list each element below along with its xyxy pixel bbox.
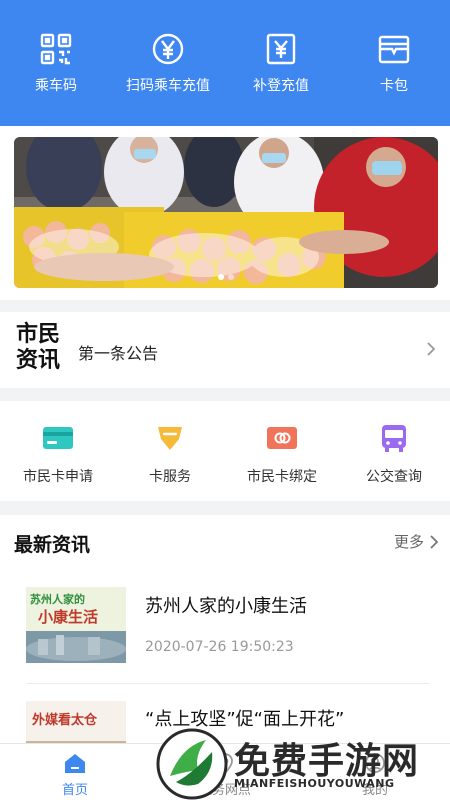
qa-label: 扫码乘车充值 <box>126 78 210 94</box>
more-label: 更多 <box>393 533 424 551</box>
svc-label: 市民卡申请 <box>23 469 93 485</box>
qa-label: 补登充值 <box>253 78 309 94</box>
qa-ride-code[interactable]: 乘车码 <box>0 32 112 95</box>
card-bind-icon <box>267 427 297 449</box>
watermark: 免费手游网 MIANFEISHOUYOUWANG <box>150 726 450 800</box>
news-thumbnail: 外媒看太仓 <box>26 701 126 743</box>
services-grid: 市民卡申请 卡服务 市民卡绑定 公交查询 <box>0 401 450 501</box>
chevron-right-icon <box>427 342 436 356</box>
thumb-text: 外媒看太仓 <box>32 713 98 728</box>
tab-label: 首页 <box>61 783 88 798</box>
thumb-text: 小康生活 <box>38 608 99 626</box>
news-header: 最新资讯 <box>14 534 91 556</box>
svc-card-apply[interactable]: 市民卡申请 <box>2 423 114 486</box>
news-title: 苏州人家的小康生活 <box>145 596 307 617</box>
svc-card-service[interactable]: 卡服务 <box>114 423 226 486</box>
qa-card-wallet[interactable]: 卡包 <box>338 32 450 95</box>
thumb-text: 苏州人家的 <box>30 593 85 606</box>
svc-label: 卡服务 <box>149 469 191 485</box>
qa-label: 乘车码 <box>35 78 77 94</box>
bus-icon <box>382 425 406 452</box>
svc-card-bind[interactable]: 市民卡绑定 <box>226 423 338 486</box>
citizen-card-icon <box>43 427 73 449</box>
chevron-right-icon <box>430 534 439 549</box>
notice-title: 市民 资讯 <box>16 322 61 373</box>
news-thumbnail: 苏州人家的 小康生活 <box>26 587 126 663</box>
qa-scan-topup[interactable]: 扫码乘车充值 <box>112 32 224 95</box>
banner-carousel[interactable] <box>14 137 438 288</box>
yen-coin-icon <box>152 33 184 65</box>
card-service-icon <box>158 427 182 450</box>
svc-label: 公交查询 <box>366 469 422 485</box>
more-link[interactable]: 更多 <box>394 531 440 552</box>
tab-home[interactable]: 首页 <box>0 752 150 798</box>
yen-document-icon <box>266 33 296 65</box>
notice-text: 第一条公告 <box>78 344 159 363</box>
news-item[interactable]: 苏州人家的 小康生活 苏州人家的小康生活 2020-07-26 19:50:23 <box>0 575 450 685</box>
notice-row[interactable]: 市民 资讯 第一条公告 <box>0 312 450 388</box>
qr-code-icon <box>40 33 72 65</box>
banner-photo <box>14 137 438 288</box>
quick-action-bar: 乘车码 扫码乘车充值 补登充值 卡包 <box>0 0 450 126</box>
qa-label: 卡包 <box>380 78 408 94</box>
news-time: 2020-07-26 19:50:23 <box>145 639 294 655</box>
svc-bus-query[interactable]: 公交查询 <box>338 423 450 486</box>
home-icon <box>65 754 85 773</box>
watermark-subtext: MIANFEISHOUYOUWANG <box>234 777 395 790</box>
card-wallet-icon <box>378 35 410 64</box>
qa-supplement-topup[interactable]: 补登充值 <box>225 32 337 95</box>
divider <box>26 683 430 684</box>
watermark-logo-icon <box>156 728 228 800</box>
svc-label: 市民卡绑定 <box>247 469 317 485</box>
news-section: 最新资讯 更多 苏州人家的 小康生活 苏州人家的小康生活 2020-07-26 … <box>0 515 450 743</box>
